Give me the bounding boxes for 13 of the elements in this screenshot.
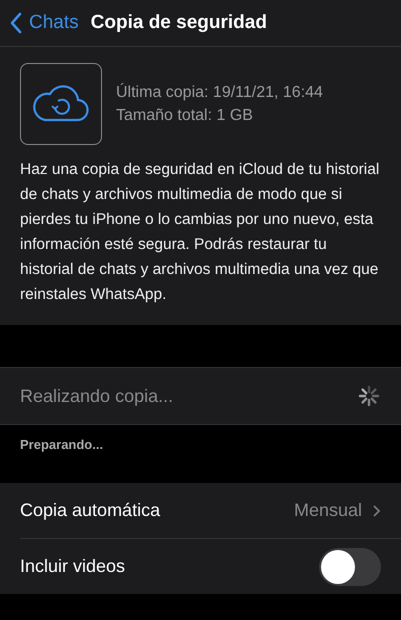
- status-text: Preparando...: [20, 437, 104, 452]
- setting-label: Incluir videos: [20, 556, 126, 577]
- last-backup-text: Última copia: 19/11/21, 16:44: [116, 82, 323, 103]
- back-button[interactable]: Chats: [10, 12, 79, 34]
- backup-description: Haz una copia de seguridad en iCloud de tu historial de chats y archivos multimedia de modo que si pierdes tu iPhone o lo cambias por uno nuevo, esta información esté segura. Podrás restaurar tu historial de chats y archivos multimedia una vez que reinstales WhatsApp.: [20, 160, 380, 305]
- back-chevron-icon: [10, 12, 22, 34]
- setting-label: Copia automática: [20, 500, 160, 521]
- icloud-backup-icon: [20, 63, 102, 145]
- frequency-selector[interactable]: Mensual: [294, 500, 381, 521]
- videos-toggle[interactable]: [319, 548, 381, 586]
- total-size-text: Tamaño total: 1 GB: [116, 106, 254, 126]
- screen-title: Copia de seguridad: [90, 12, 267, 34]
- chevron-icon: [372, 504, 381, 518]
